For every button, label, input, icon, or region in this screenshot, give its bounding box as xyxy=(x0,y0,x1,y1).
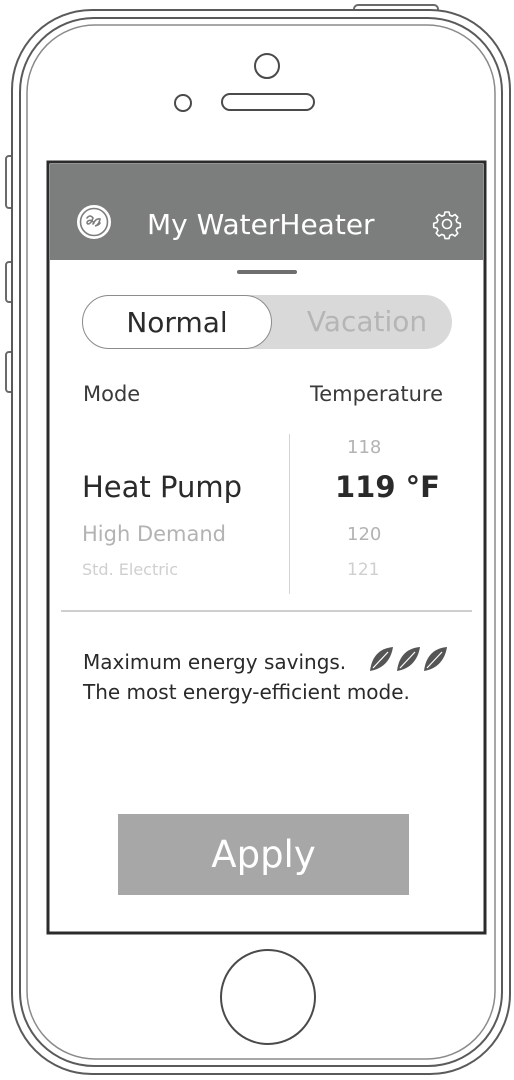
leaf-icon xyxy=(370,647,393,671)
temperature-option-121[interactable]: 121 xyxy=(347,560,379,580)
temperature-option-selected[interactable]: 119 °F xyxy=(335,470,440,504)
proximity-sensor xyxy=(174,94,192,112)
apply-button[interactable]: Apply xyxy=(118,814,409,895)
section-divider xyxy=(61,610,472,612)
earpiece-speaker xyxy=(221,93,315,111)
mode-toggle[interactable]: Normal Vacation xyxy=(82,295,452,349)
energy-rating-leaves xyxy=(368,644,448,674)
description-line-2: The most energy-efficient mode. xyxy=(83,680,410,704)
app-screen: My WaterHeater Normal Vacation Mode Temp… xyxy=(50,164,483,931)
description-line-1: Maximum energy savings. xyxy=(83,650,347,674)
mode-option-std-electric[interactable]: Std. Electric xyxy=(82,560,178,579)
temperature-column-label: Temperature xyxy=(310,382,444,406)
mode-column-label: Mode xyxy=(83,382,141,406)
temperature-option-118[interactable]: 118 xyxy=(347,437,381,458)
ge-logo-icon xyxy=(76,204,112,240)
app-header: My WaterHeater xyxy=(50,164,483,260)
gear-icon[interactable] xyxy=(431,208,463,240)
leaf-icon xyxy=(424,647,447,671)
mode-option-heat-pump[interactable]: Heat Pump xyxy=(82,470,242,504)
toggle-vacation[interactable]: Vacation xyxy=(282,295,452,349)
toggle-normal[interactable]: Normal xyxy=(82,295,272,349)
home-button[interactable] xyxy=(220,949,316,1045)
temperature-option-120[interactable]: 120 xyxy=(347,524,381,545)
front-camera xyxy=(254,53,280,79)
leaf-icon xyxy=(397,647,420,671)
app-title: My WaterHeater xyxy=(147,208,375,241)
mode-option-high-demand[interactable]: High Demand xyxy=(82,522,226,546)
column-divider xyxy=(289,434,290,594)
drag-handle[interactable] xyxy=(237,270,297,274)
